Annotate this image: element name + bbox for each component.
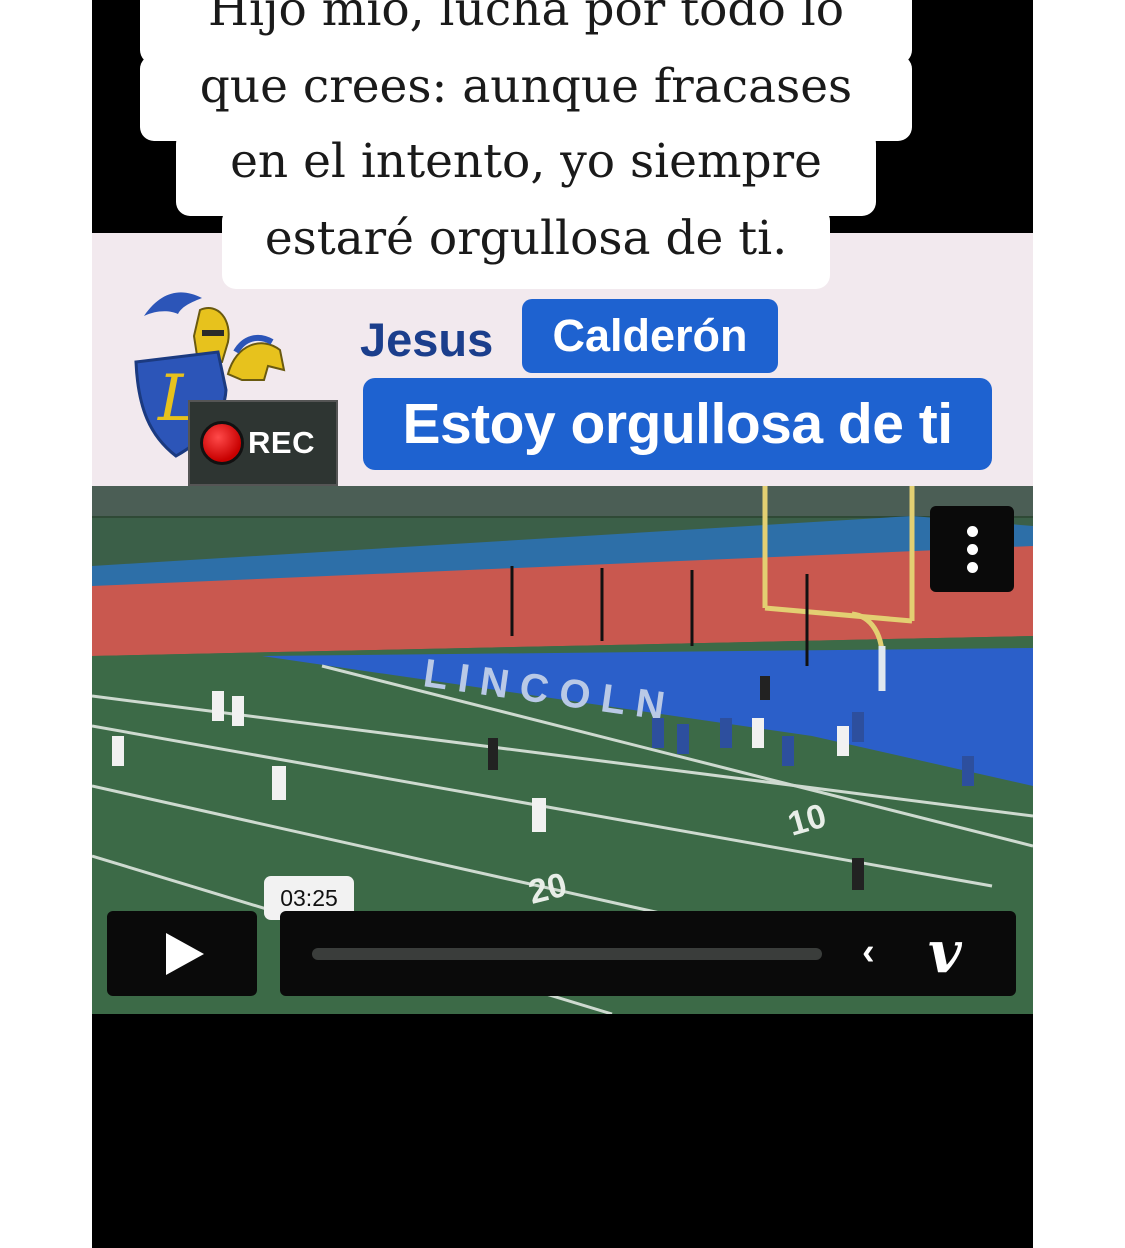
progress-bar[interactable] (312, 948, 822, 960)
record-dot-icon (200, 421, 244, 465)
quote-line-4: estaré orgullosa de ti. (222, 207, 830, 289)
caption-badge: Estoy orgullosa de ti (363, 378, 992, 470)
name-first: Jesus (360, 313, 494, 366)
vimeo-logo-icon[interactable]: v (928, 923, 962, 981)
name-last-badge: Calderón (522, 299, 778, 373)
quote-line-2: que crees: aunque fracases (140, 55, 912, 141)
player-control-bar: ‹ v (280, 911, 1016, 996)
video-frame: Hijo mío, lucha por todo lo que crees: a… (92, 0, 1033, 1248)
more-options-button[interactable] (930, 506, 1014, 592)
more-vertical-icon (966, 525, 978, 537)
quote-line-3: en el intento, yo siempre (176, 130, 876, 216)
play-button[interactable] (107, 911, 257, 996)
chevron-left-icon[interactable]: ‹ (862, 933, 875, 971)
video-player[interactable]: L I N C O L N 10 20 03:25 ‹ v (92, 486, 1033, 1014)
rec-label: REC (248, 425, 315, 460)
rec-badge: REC (188, 400, 338, 486)
